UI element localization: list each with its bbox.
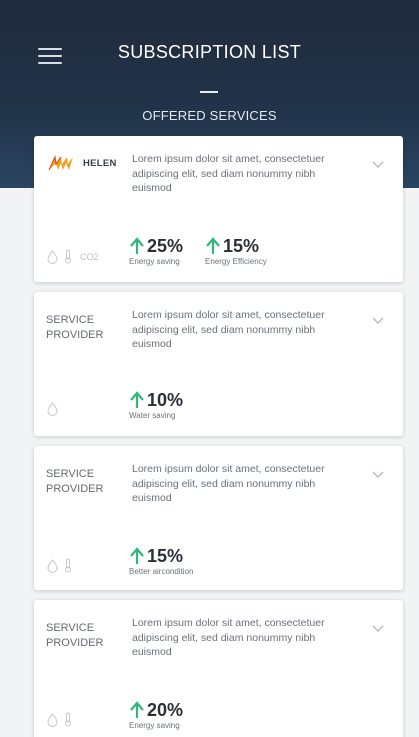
chevron-down-icon[interactable] — [371, 316, 385, 326]
service-description: Lorem ipsum dolor sit amet, consectetuer… — [132, 309, 325, 350]
arrow-up-icon — [130, 237, 144, 254]
service-card[interactable]: SERVICE PROVIDER Lorem ipsum dolor sit a… — [34, 292, 403, 436]
arrow-up-icon — [130, 391, 144, 408]
title-divider — [200, 91, 218, 93]
metric-value: 15% — [147, 546, 184, 566]
metric-label: Energy saving — [129, 257, 180, 266]
metrics: 15% Better aircondition — [129, 546, 193, 576]
service-card[interactable]: HELEN Lorem ipsum dolor sit amet, consec… — [34, 136, 403, 282]
arrow-up-icon — [206, 237, 220, 254]
provider-logo: HELEN — [47, 155, 117, 171]
metric-label: Energy saving — [129, 721, 180, 730]
service-description: Lorem ipsum dolor sit amet, consectetuer… — [132, 463, 325, 504]
metrics: 25% Energy saving 15% Energy Efficiency — [129, 236, 267, 266]
service-icons — [47, 402, 58, 416]
page-subtitle: OFFERED SERVICES — [142, 108, 277, 123]
metric: 20% Energy saving — [129, 700, 183, 730]
provider-name-line: SERVICE — [46, 622, 95, 634]
lightning-icon — [48, 155, 73, 171]
service-icons — [47, 712, 72, 727]
metric-value: 15% — [223, 236, 260, 256]
arrow-up-icon — [130, 701, 144, 718]
provider-logo-text: HELEN — [83, 157, 117, 169]
thermometer-icon — [65, 249, 71, 264]
water-drop-icon — [47, 402, 58, 416]
metric-value: 20% — [147, 700, 184, 720]
provider-name: SERVICE PROVIDER — [46, 313, 126, 343]
provider-name: SERVICE PROVIDER — [46, 621, 126, 651]
metric-value: 10% — [147, 390, 184, 410]
metric: 15% Better aircondition — [129, 546, 193, 576]
service-description: Lorem ipsum dolor sit amet, consectetuer… — [132, 153, 325, 194]
provider-name-line: SERVICE — [46, 468, 95, 480]
water-drop-icon — [47, 712, 58, 727]
metric-label: Energy Efficiency — [205, 257, 267, 266]
metric-label: Better aircondition — [129, 567, 194, 576]
water-drop-icon — [47, 558, 58, 573]
service-icons — [47, 558, 72, 573]
co2-icon: CO2 — [80, 251, 99, 262]
metric: 15% Energy Efficiency — [205, 236, 267, 266]
metric-label: Water saving — [129, 411, 176, 420]
service-card[interactable]: SERVICE PROVIDER Lorem ipsum dolor sit a… — [34, 600, 403, 737]
page-title: SUBSCRIPTION LIST — [117, 42, 302, 62]
provider-name-line: SERVICE — [46, 314, 95, 326]
thermometer-icon — [65, 558, 71, 573]
service-icons: CO2 — [47, 249, 99, 264]
provider-name: SERVICE PROVIDER — [46, 467, 126, 497]
arrow-up-icon — [130, 547, 144, 564]
thermometer-icon — [65, 712, 71, 727]
metric: 25% Energy saving — [129, 236, 183, 266]
metric-value: 25% — [147, 236, 184, 256]
chevron-down-icon[interactable] — [371, 470, 385, 480]
metrics: 20% Energy saving — [129, 700, 183, 730]
chevron-down-icon[interactable] — [371, 624, 385, 634]
service-card[interactable]: SERVICE PROVIDER Lorem ipsum dolor sit a… — [34, 446, 403, 590]
water-drop-icon — [47, 249, 58, 264]
provider-name-line: PROVIDER — [46, 329, 104, 341]
metric: 10% Water saving — [129, 390, 183, 420]
provider-name-line: PROVIDER — [46, 637, 104, 649]
chevron-down-icon[interactable] — [371, 160, 385, 170]
service-description: Lorem ipsum dolor sit amet, consectetuer… — [132, 617, 325, 658]
provider-name-line: PROVIDER — [46, 483, 104, 495]
metrics: 10% Water saving — [129, 390, 183, 420]
